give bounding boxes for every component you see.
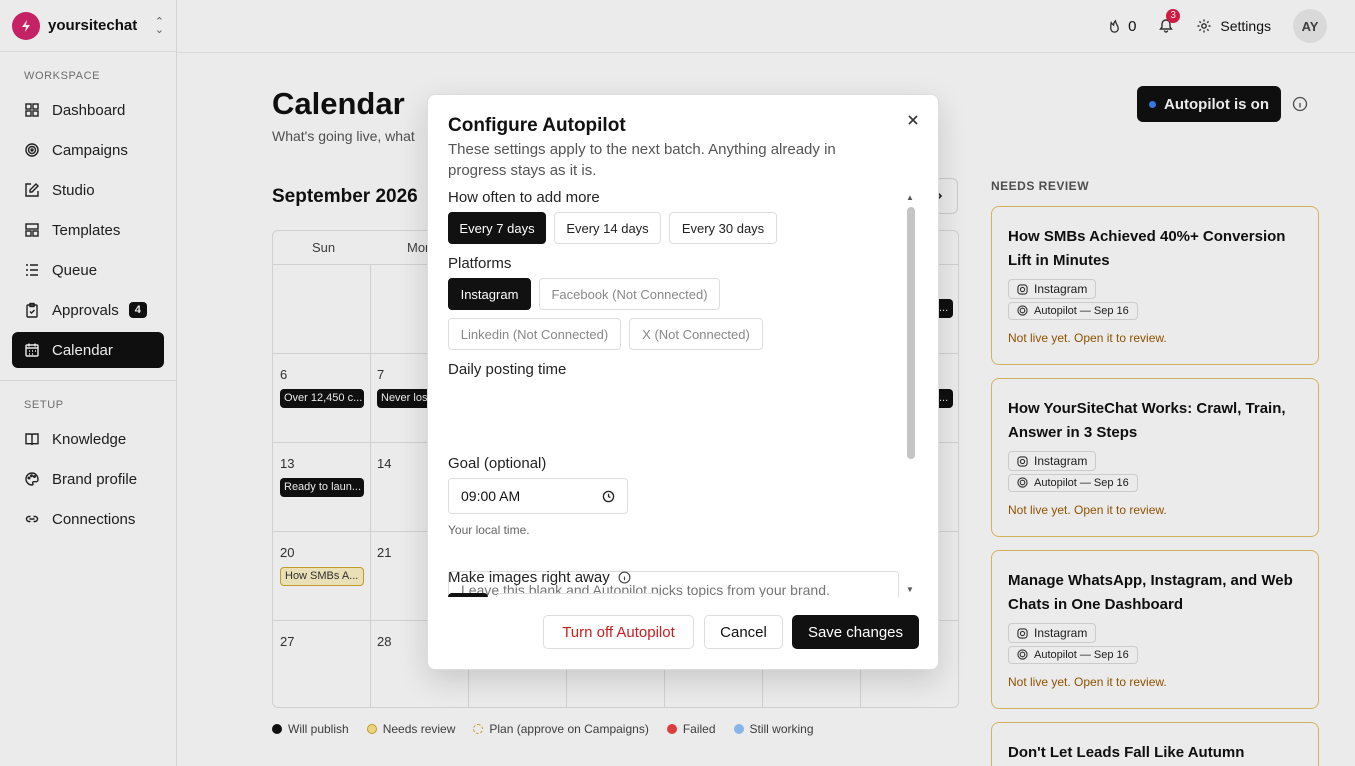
close-icon[interactable]	[904, 111, 922, 129]
scroll-down-arrow[interactable]: ▼	[906, 585, 914, 594]
clock-icon[interactable]	[602, 490, 615, 503]
time-hint: Your local time.	[448, 523, 530, 537]
configure-autopilot-dialog: Configure Autopilot These settings apply…	[427, 94, 939, 670]
platforms-label: Platforms	[448, 255, 512, 272]
images-label-row: Make images right away	[448, 569, 631, 586]
images-option-no[interactable]	[496, 593, 661, 597]
images-label: Make images right away	[448, 569, 610, 586]
platform-x[interactable]: X (Not Connected)	[629, 318, 763, 350]
frequency-option-30-days[interactable]: Every 30 days	[669, 212, 777, 244]
time-label: Daily posting time	[448, 361, 567, 378]
frequency-label: How often to add more	[448, 189, 600, 206]
posting-time-value: 09:00 AM	[461, 488, 521, 504]
platform-facebook[interactable]: Facebook (Not Connected)	[539, 278, 720, 310]
dialog-title: Configure Autopilot	[448, 115, 626, 136]
platform-linkedin[interactable]: Linkedin (Not Connected)	[448, 318, 621, 350]
scroll-up-arrow[interactable]: ▲	[906, 193, 914, 202]
dialog-description: These settings apply to the next batch. …	[448, 141, 836, 179]
frequency-option-7-days[interactable]: Every 7 days	[448, 212, 546, 244]
info-icon[interactable]	[618, 571, 631, 584]
turn-off-autopilot-button[interactable]: Turn off Autopilot	[543, 615, 694, 649]
posting-time-input[interactable]: 09:00 AM	[448, 478, 628, 514]
platform-instagram[interactable]: Instagram	[448, 278, 531, 310]
goal-label: Goal (optional)	[448, 455, 547, 472]
scrollbar-thumb[interactable]	[907, 207, 915, 459]
cancel-button[interactable]: Cancel	[704, 615, 783, 649]
dialog-scroll-area[interactable]: How often to add more Every 7 days Every…	[448, 187, 900, 597]
frequency-option-14-days[interactable]: Every 14 days	[554, 212, 661, 244]
images-option-yes[interactable]	[448, 593, 488, 597]
save-changes-button[interactable]: Save changes	[792, 615, 919, 649]
